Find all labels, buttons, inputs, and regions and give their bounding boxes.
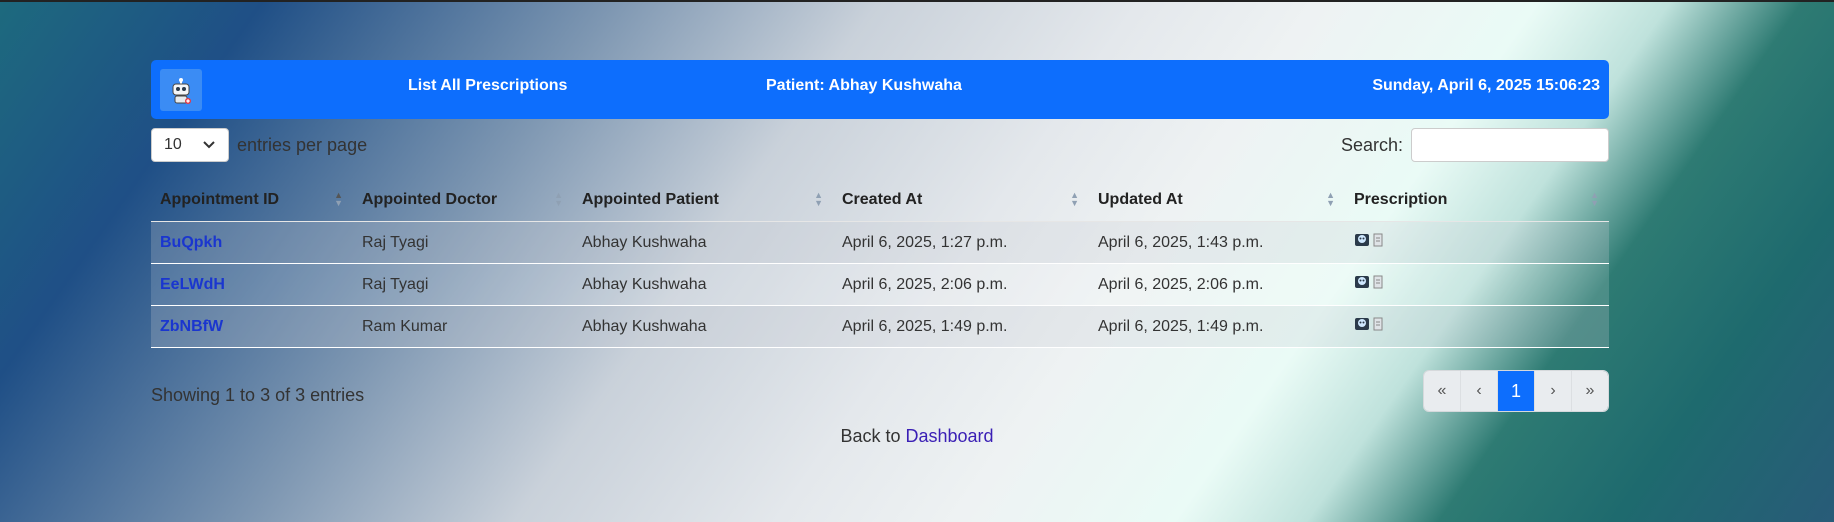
- current-datetime: Sunday, April 6, 2025 15:06:23: [1372, 77, 1600, 94]
- prescription-cell: [1345, 221, 1609, 264]
- doctor-cell: Ram Kumar: [353, 305, 573, 348]
- table-row: EeLWdH Raj Tyagi Abhay Kushwaha April 6,…: [151, 263, 1609, 306]
- created-cell: April 6, 2025, 2:06 p.m.: [833, 263, 1089, 306]
- per-page-select[interactable]: 10: [151, 128, 229, 162]
- appointment-id-link[interactable]: EeLWdH: [160, 276, 225, 293]
- back-to-dashboard: Back to Dashboard: [0, 426, 1834, 447]
- search-input[interactable]: [1411, 128, 1609, 162]
- chevron-down-icon: [203, 141, 215, 149]
- table-header-row: Appointment ID ▲ ▼ Appointed Doctor ▲ ▼ Ap…: [151, 179, 1609, 222]
- per-page-label: entries per page: [237, 134, 368, 155]
- doctor-cell: Raj Tyagi: [353, 263, 573, 306]
- prescription-cell: [1345, 305, 1609, 348]
- page-title: List All Prescriptions: [408, 77, 568, 94]
- updated-cell: April 6, 2025, 1:43 p.m.: [1089, 221, 1345, 264]
- table-row: BuQpkh Raj Tyagi Abhay Kushwaha April 6,…: [151, 221, 1609, 264]
- next-page-button[interactable]: ›: [1535, 371, 1572, 411]
- created-cell: April 6, 2025, 1:49 p.m.: [833, 305, 1089, 348]
- sort-icon: ▲ ▼: [1326, 190, 1335, 208]
- patient-cell: Abhay Kushwaha: [573, 305, 833, 348]
- page-1-button[interactable]: 1: [1498, 371, 1535, 411]
- table-controls: 10 entries per page Search:: [151, 119, 1609, 179]
- dashboard-link[interactable]: Dashboard: [905, 426, 993, 446]
- column-header-appointment-id[interactable]: Appointment ID ▲ ▼: [151, 179, 353, 222]
- prescription-cell: [1345, 263, 1609, 306]
- column-header-prescription[interactable]: Prescription ▲ ▼: [1345, 179, 1609, 222]
- column-header-created-at[interactable]: Created At ▲ ▼: [833, 179, 1089, 222]
- updated-cell: April 6, 2025, 1:49 p.m.: [1089, 305, 1345, 348]
- column-header-patient[interactable]: Appointed Patient ▲ ▼: [573, 179, 833, 222]
- prescription-link[interactable]: [1354, 233, 1384, 247]
- last-page-button[interactable]: »: [1572, 371, 1608, 411]
- sort-icon: ▲ ▼: [1070, 190, 1079, 208]
- per-page-control: 10 entries per page: [151, 128, 367, 162]
- doctor-cell: Raj Tyagi: [353, 221, 573, 264]
- robot-doctor-icon: [160, 69, 202, 111]
- per-page-value: 10: [164, 136, 182, 153]
- prescriptions-table: Appointment ID ▲ ▼ Appointed Doctor ▲ ▼ Ap…: [151, 179, 1609, 348]
- robot-icon: [1355, 276, 1369, 288]
- prev-page-button[interactable]: ‹: [1461, 371, 1498, 411]
- table-footer: Showing 1 to 3 of 3 entries « ‹ 1 › »: [151, 360, 1609, 420]
- patient-cell: Abhay Kushwaha: [573, 263, 833, 306]
- search-control: Search:: [1341, 128, 1609, 162]
- main-container: List All Prescriptions Patient: Abhay Ku…: [151, 60, 1609, 420]
- entries-info: Showing 1 to 3 of 3 entries: [151, 385, 365, 405]
- created-cell: April 6, 2025, 1:27 p.m.: [833, 221, 1089, 264]
- updated-cell: April 6, 2025, 2:06 p.m.: [1089, 263, 1345, 306]
- robot-icon: [1355, 234, 1369, 246]
- document-icon: [1373, 233, 1383, 247]
- table-row: ZbNBfW Ram Kumar Abhay Kushwaha April 6,…: [151, 305, 1609, 348]
- prescription-link[interactable]: [1354, 317, 1384, 331]
- patient-cell: Abhay Kushwaha: [573, 221, 833, 264]
- document-icon: [1373, 317, 1383, 331]
- first-page-button[interactable]: «: [1424, 371, 1461, 411]
- document-icon: [1373, 275, 1383, 289]
- patient-name: Patient: Abhay Kushwaha: [766, 77, 962, 94]
- back-text: Back to: [840, 426, 901, 446]
- search-label: Search:: [1340, 134, 1403, 155]
- pagination: « ‹ 1 › »: [1423, 370, 1609, 412]
- sort-icon: ▲ ▼: [554, 190, 563, 208]
- sort-icon: ▲ ▼: [814, 190, 823, 208]
- appointment-id-link[interactable]: BuQpkh: [160, 234, 222, 251]
- prescription-link[interactable]: [1354, 275, 1384, 289]
- sort-icon: ▲ ▼: [1590, 190, 1599, 208]
- header-bar: List All Prescriptions Patient: Abhay Ku…: [151, 60, 1609, 119]
- robot-icon: [1355, 318, 1369, 330]
- sort-icon: ▲ ▼: [334, 190, 343, 208]
- column-header-doctor[interactable]: Appointed Doctor ▲ ▼: [353, 179, 573, 222]
- appointment-id-link[interactable]: ZbNBfW: [160, 318, 223, 335]
- column-header-updated-at[interactable]: Updated At ▲ ▼: [1089, 179, 1345, 222]
